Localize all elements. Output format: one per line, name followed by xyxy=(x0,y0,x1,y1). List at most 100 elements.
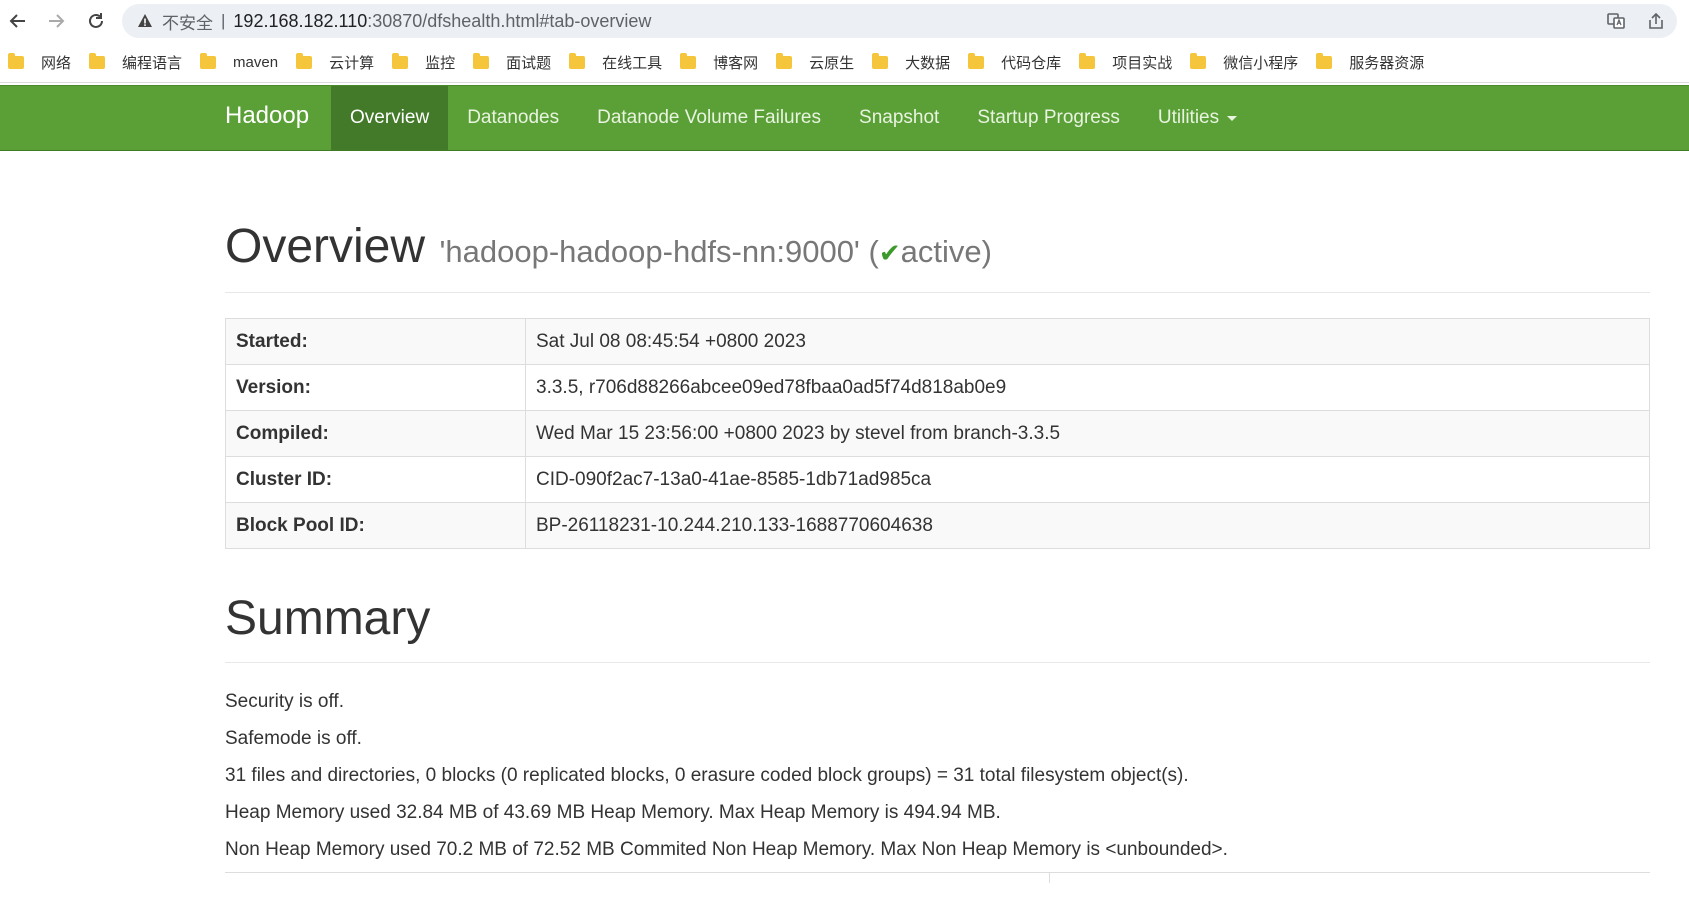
bookmarks-bar: 网络 编程语言 maven 云计算 监控 面试题 在线工具 博客网 云原生 大数… xyxy=(0,42,1689,83)
row-value: Sat Jul 08 08:45:54 +0800 2023 xyxy=(525,318,1650,365)
overview-header: Overview 'hadoop-hadoop-hdfs-nn:9000' (✔… xyxy=(225,149,1650,293)
summary-header: Summary xyxy=(225,591,1650,663)
tab-startup-progress[interactable]: Startup Progress xyxy=(958,86,1139,150)
tab-datanodes[interactable]: Datanodes xyxy=(448,86,578,150)
summary-safemode: Safemode is off. xyxy=(225,728,362,749)
hadoop-navbar: Hadoop Overview Datanodes Datanode Volum… xyxy=(0,85,1689,151)
folder-icon xyxy=(569,52,586,69)
bookmark-label: 编程语言 xyxy=(122,54,183,72)
bookmark-folder[interactable]: 项目实战 xyxy=(1071,48,1182,76)
folder-icon xyxy=(872,52,889,69)
summary-table-edge xyxy=(225,872,1650,883)
row-value: BP-26118231-10.244.210.133-1688770604638 xyxy=(525,502,1650,549)
row-value: 3.3.5, r706d88266abcee09ed78fbaa0ad5f74d… xyxy=(525,364,1650,411)
folder-icon xyxy=(1316,52,1333,69)
namenode-address: 'hadoop-hadoop-hdfs-nn:9000' xyxy=(439,234,860,269)
page-title: Overview xyxy=(225,220,426,273)
summary-lines: Security is off. Safemode is off. 31 fil… xyxy=(225,683,1650,868)
tab-datanode-volume-failures[interactable]: Datanode Volume Failures xyxy=(578,86,840,150)
folder-icon xyxy=(776,52,793,69)
bookmark-folder[interactable]: 大数据 xyxy=(864,48,960,76)
url-separator: | xyxy=(221,11,226,30)
bookmark-folder[interactable]: 微信小程序 xyxy=(1182,48,1308,76)
arrow-left-icon[interactable] xyxy=(6,9,30,33)
summary-title: Summary xyxy=(225,592,431,645)
arrow-right-icon[interactable] xyxy=(44,9,68,33)
bookmark-folder[interactable]: 在线工具 xyxy=(561,48,672,76)
table-row: Version: 3.3.5, r706d88266abcee09ed78fba… xyxy=(225,364,1650,411)
browser-address-bar: 不安全 | 192.168.182.110:30870/dfshealth.ht… xyxy=(0,0,1689,42)
bookmark-folder[interactable]: 代码仓库 xyxy=(960,48,1071,76)
namenode-host: 'hadoop-hadoop-hdfs-nn:9000' (✔active) xyxy=(440,234,992,269)
bookmark-label: 微信小程序 xyxy=(1223,54,1299,72)
bookmark-label: 项目实战 xyxy=(1112,54,1173,72)
bookmark-label: 面试题 xyxy=(506,54,552,72)
caret-down-icon xyxy=(1227,115,1238,121)
folder-icon xyxy=(473,52,490,69)
bookmark-label: maven xyxy=(233,53,279,71)
overview-table: Started: Sat Jul 08 08:45:54 +0800 2023 … xyxy=(225,318,1650,549)
bookmark-folder[interactable]: 编程语言 xyxy=(81,48,192,76)
summary-security: Security is off. xyxy=(225,691,344,712)
row-key: Started: xyxy=(225,318,526,365)
namenode-state: (✔active) xyxy=(868,234,991,269)
folder-icon xyxy=(392,52,409,69)
folder-icon xyxy=(296,52,313,69)
bookmark-folder[interactable]: maven xyxy=(192,48,288,76)
bookmark-folder[interactable]: 面试题 xyxy=(465,48,561,76)
table-row: Cluster ID: CID-090f2ac7-13a0-41ae-8585-… xyxy=(225,456,1650,503)
table-row: Compiled: Wed Mar 15 23:56:00 +0800 2023… xyxy=(225,410,1650,457)
bookmark-label: 博客网 xyxy=(713,54,759,72)
tab-snapshot[interactable]: Snapshot xyxy=(840,86,958,150)
bookmark-folder[interactable]: 云计算 xyxy=(288,48,384,76)
reload-icon[interactable] xyxy=(84,9,108,33)
bookmark-label: 云计算 xyxy=(329,54,375,72)
bookmark-label: 服务器资源 xyxy=(1349,54,1425,72)
checkmark-icon: ✔ xyxy=(878,238,901,268)
translate-icon[interactable] xyxy=(1605,10,1627,32)
url-path: :30870/dfshealth.html#tab-overview xyxy=(367,10,652,31)
folder-icon xyxy=(968,52,985,69)
folder-icon xyxy=(200,52,217,69)
summary-non-heap-memory: Non Heap Memory used 70.2 MB of 72.52 MB… xyxy=(225,839,1228,860)
folder-icon xyxy=(680,52,697,69)
bookmark-folder[interactable]: 博客网 xyxy=(672,48,768,76)
utilities-dropdown[interactable]: Utilities xyxy=(1139,86,1256,150)
summary-filesystem-objects: 31 files and directories, 0 blocks (0 re… xyxy=(225,765,1189,786)
share-icon[interactable] xyxy=(1645,10,1667,32)
row-key: Block Pool ID: xyxy=(225,502,526,549)
url-field[interactable]: 不安全 | 192.168.182.110:30870/dfshealth.ht… xyxy=(122,4,1677,38)
row-value: CID-090f2ac7-13a0-41ae-8585-1db71ad985ca xyxy=(525,456,1650,503)
folder-icon xyxy=(1190,52,1207,69)
brand-logo[interactable]: Hadoop xyxy=(225,102,309,130)
url-actions xyxy=(1605,10,1667,32)
bookmark-label: 在线工具 xyxy=(602,54,663,72)
state-label: active) xyxy=(900,234,992,269)
bookmark-label: 代码仓库 xyxy=(1001,54,1062,72)
folder-icon xyxy=(8,52,24,69)
folder-icon xyxy=(1079,52,1096,69)
summary-heap-memory: Heap Memory used 32.84 MB of 43.69 MB He… xyxy=(225,802,1001,823)
utilities-label: Utilities xyxy=(1157,107,1220,128)
url-host: 192.168.182.110 xyxy=(233,10,368,31)
bookmark-folder[interactable]: 监控 xyxy=(384,48,465,76)
bookmark-label: 云原生 xyxy=(809,54,855,72)
row-key: Version: xyxy=(225,364,526,411)
nav-tabs: Overview Datanodes Datanode Volume Failu… xyxy=(331,86,1256,150)
row-value: Wed Mar 15 23:56:00 +0800 2023 by stevel… xyxy=(525,410,1650,457)
table-row: Block Pool ID: BP-26118231-10.244.210.13… xyxy=(225,502,1650,549)
bookmark-label: 监控 xyxy=(425,54,456,72)
bookmark-label: 网络 xyxy=(41,54,72,72)
bookmark-folder[interactable]: 网络 xyxy=(0,48,81,76)
bookmark-folder[interactable]: 服务器资源 xyxy=(1308,48,1434,76)
table-row: Started: Sat Jul 08 08:45:54 +0800 2023 xyxy=(225,318,1650,365)
bookmark-folder[interactable]: 云原生 xyxy=(768,48,864,76)
tab-overview[interactable]: Overview xyxy=(331,86,449,150)
insecure-label: 不安全 xyxy=(162,13,213,33)
warning-triangle-icon[interactable] xyxy=(136,12,154,30)
row-key: Cluster ID: xyxy=(225,456,526,503)
bookmark-label: 大数据 xyxy=(905,54,951,72)
main-content: Overview 'hadoop-hadoop-hdfs-nn:9000' (✔… xyxy=(225,149,1650,883)
row-key: Compiled: xyxy=(225,410,526,457)
state-open-paren: ( xyxy=(868,234,879,269)
